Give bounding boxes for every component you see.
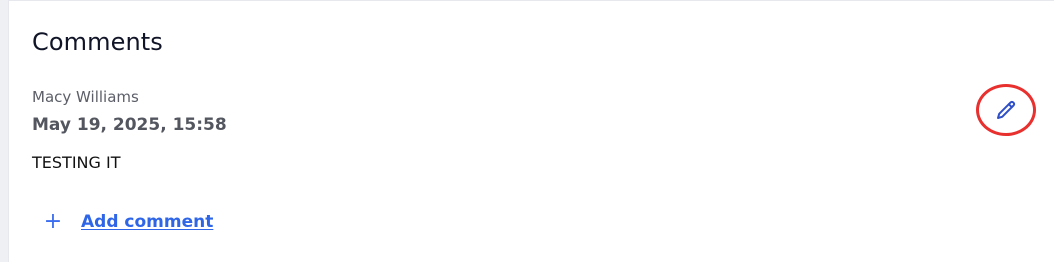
comment-text: TESTING IT: [32, 153, 121, 172]
comments-panel: Comments Macy Williams May 19, 2025, 15:…: [8, 0, 1054, 262]
comment-author: Macy Williams: [32, 88, 139, 106]
comment-timestamp: May 19, 2025, 15:58: [32, 115, 227, 135]
comments-title: Comments: [32, 28, 163, 56]
edit-comment-button[interactable]: [976, 84, 1036, 136]
add-comment-link[interactable]: Add comment: [81, 210, 213, 234]
add-comment-button[interactable]: + Add comment: [43, 208, 214, 236]
plus-icon: +: [43, 209, 63, 234]
pencil-icon: [997, 100, 1016, 119]
